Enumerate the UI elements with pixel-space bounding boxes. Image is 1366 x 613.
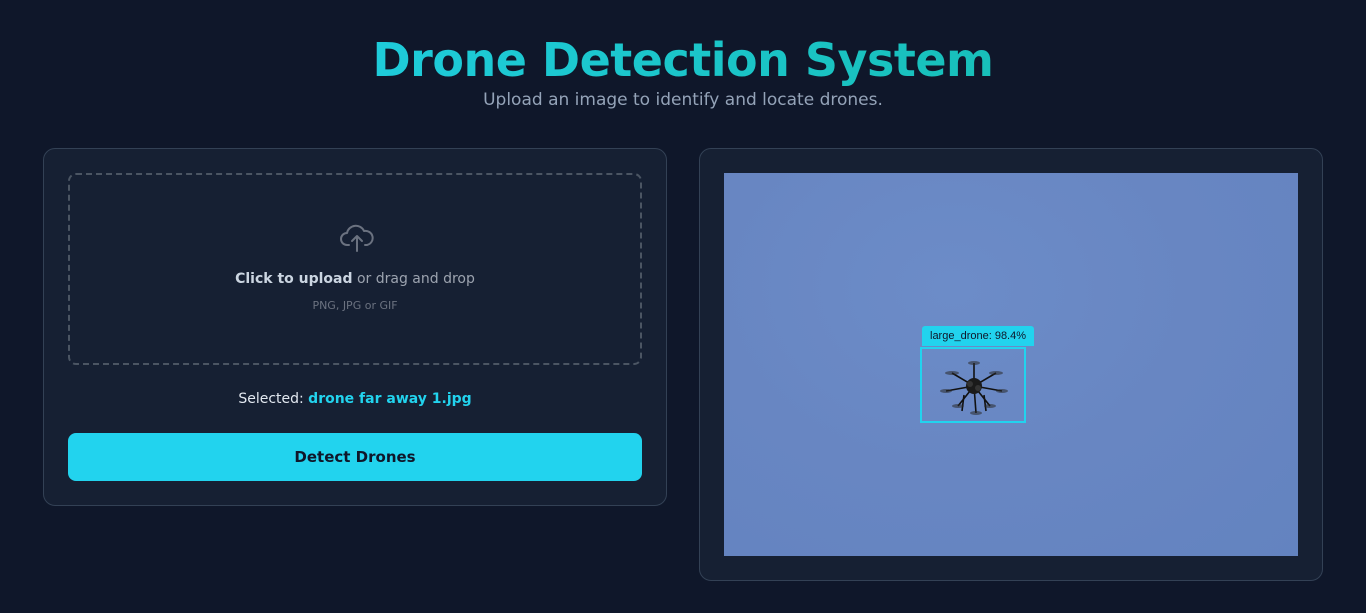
page-subtitle: Upload an image to identify and locate d… [483,90,883,110]
selected-prefix: Selected: [238,391,309,407]
file-type-hint: PNG, JPG or GIF [312,299,398,312]
upload-dropzone[interactable]: Click to upload or drag and drop PNG, JP… [68,173,642,365]
selected-file: Selected: drone far away 1.jpg [44,391,666,407]
drag-drop-text: or drag and drop [352,271,475,287]
drone-image [940,361,1008,415]
page-header: Drone Detection System Upload an image t… [0,32,1366,110]
result-image: large_drone: 98.4% [724,173,1298,556]
cloud-upload-icon [340,224,374,252]
click-to-upload-link[interactable]: Click to upload [235,271,352,287]
detection-label: large_drone: 98.4% [922,326,1035,346]
upload-panel: Click to upload or drag and drop PNG, JP… [43,148,667,506]
selected-filename: drone far away 1.jpg [308,391,472,407]
result-panel: large_drone: 98.4% [699,148,1323,581]
upload-instructions: Click to upload or drag and drop [70,271,640,287]
page-title: Drone Detection System [0,32,1366,88]
detect-drones-button[interactable]: Detect Drones [68,433,642,481]
